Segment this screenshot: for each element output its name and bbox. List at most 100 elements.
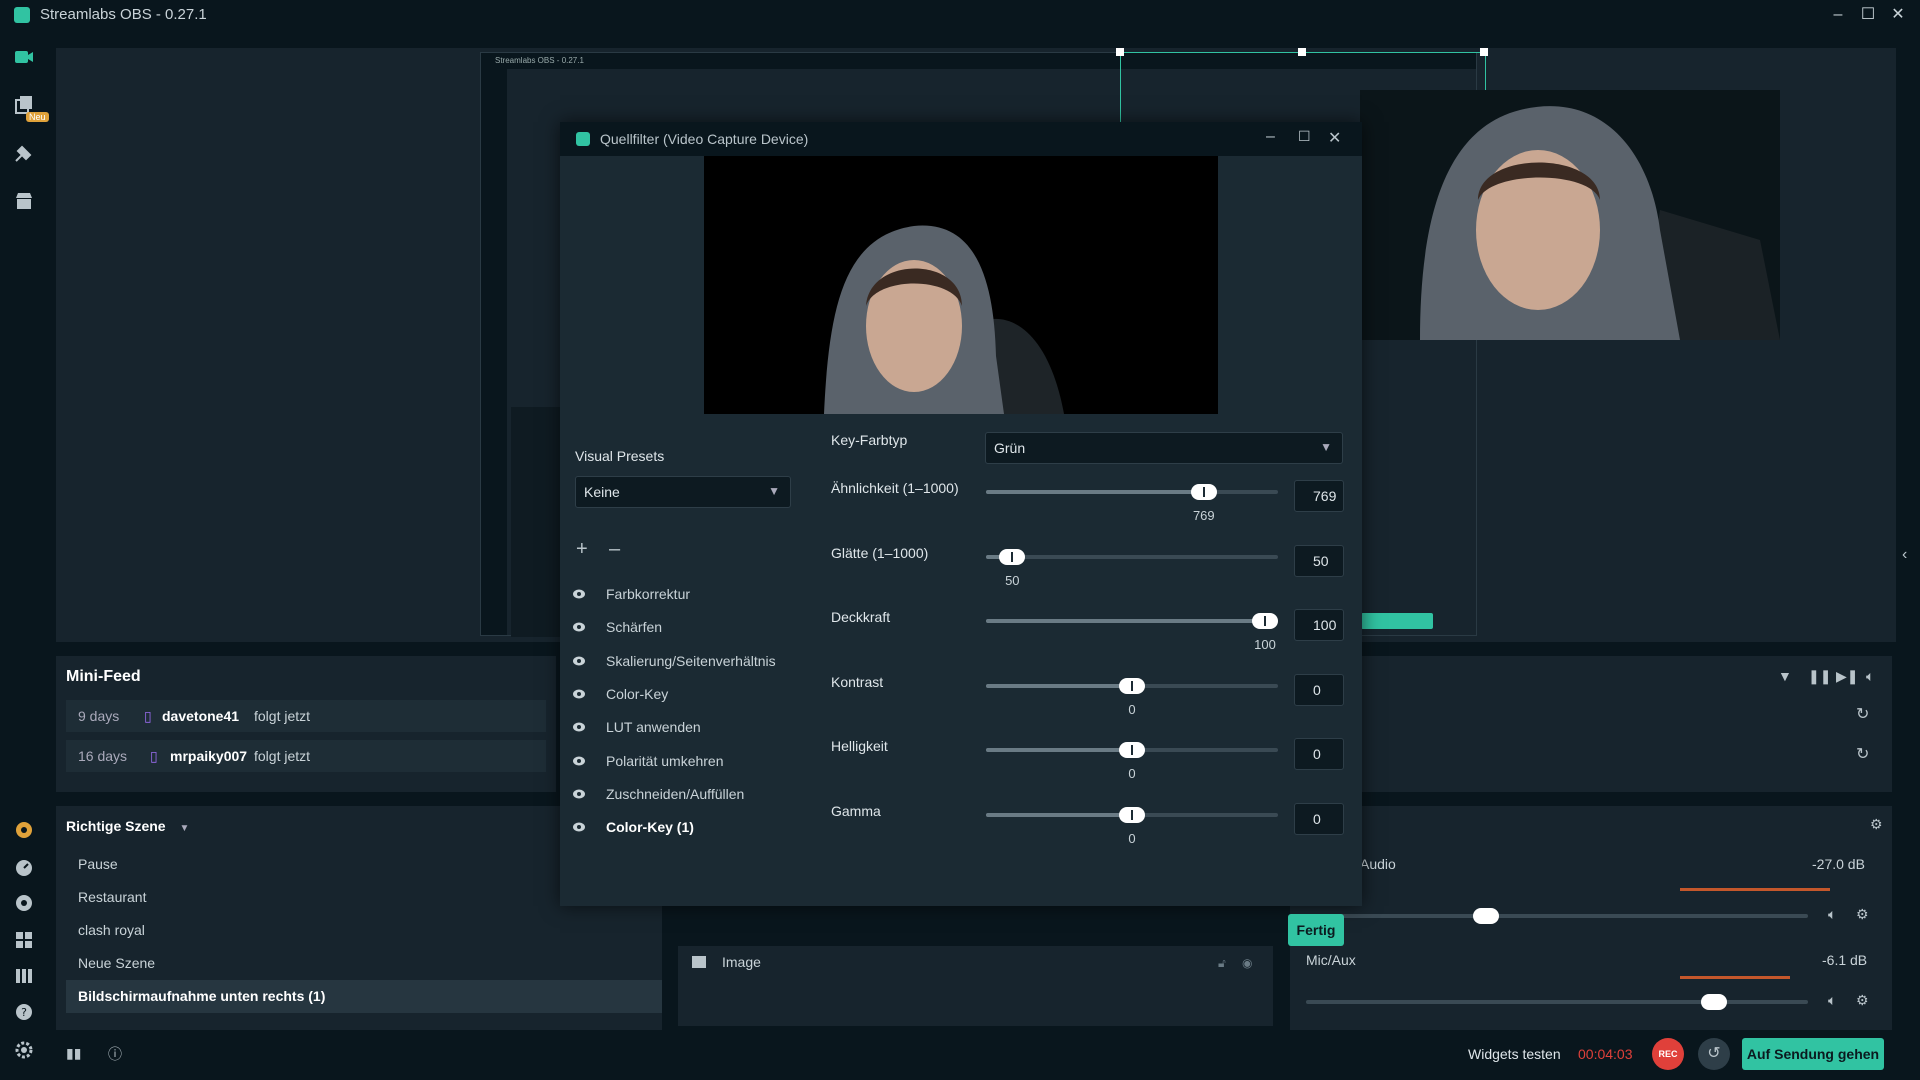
- key-color-type-select[interactable]: Grün ▼: [985, 432, 1343, 464]
- filter-item[interactable]: Zuschneiden/Auffüllen: [572, 783, 812, 807]
- dashboard-icon[interactable]: [12, 856, 36, 880]
- highlighter-icon[interactable]: [12, 818, 36, 842]
- resize-handle[interactable]: [1480, 48, 1488, 56]
- maximize-icon[interactable]: ☐: [1856, 3, 1880, 27]
- resize-handle[interactable]: [1116, 48, 1124, 56]
- filter-item[interactable]: Farbkorrektur: [572, 583, 812, 607]
- add-filter-icon[interactable]: +: [576, 538, 588, 561]
- store-icon[interactable]: [12, 189, 36, 213]
- speaker-icon[interactable]: 🔈︎: [1866, 668, 1874, 685]
- test-widgets-button[interactable]: Widgets testen: [1468, 1046, 1561, 1062]
- slider-knob[interactable]: [999, 548, 1026, 565]
- filter-item[interactable]: Skalierung/Seitenverhältnis: [572, 650, 812, 674]
- scene-collection-dropdown[interactable]: Richtige Szene ▼: [66, 818, 189, 834]
- skip-icon[interactable]: ▶❚: [1836, 668, 1859, 685]
- scene-item[interactable]: Neue Szene: [66, 947, 662, 980]
- go-live-button[interactable]: Auf Sendung gehen: [1742, 1038, 1884, 1070]
- mixer-header: ▼ ❚❚ ▶❚ 🔈︎ ↻ ↻: [1360, 656, 1892, 792]
- lock-icon[interactable]: 🔓︎: [1218, 956, 1226, 971]
- slider-value-label: 0: [1128, 766, 1136, 781]
- visibility-eye-icon[interactable]: [572, 654, 586, 668]
- close-icon[interactable]: ✕: [1886, 3, 1910, 27]
- replay-buffer-icon[interactable]: ↺: [1698, 1038, 1730, 1070]
- refresh-icon[interactable]: ↻: [1856, 744, 1869, 764]
- mixer-settings-icon[interactable]: ⚙: [1870, 816, 1883, 833]
- layout-icon[interactable]: [12, 928, 36, 952]
- slider-knob[interactable]: [1119, 677, 1145, 694]
- info-icon[interactable]: ⓘ: [108, 1044, 122, 1064]
- scene-item[interactable]: clash royal: [66, 914, 662, 947]
- slider-value-label: 769: [1192, 508, 1215, 523]
- editor-icon[interactable]: [12, 45, 36, 69]
- volume-slider-knob[interactable]: [1701, 994, 1728, 1010]
- volume-slider-track[interactable]: [1306, 1000, 1808, 1004]
- key-color-type-label: Key-Farbtyp: [831, 432, 908, 448]
- apps-icon[interactable]: [12, 141, 36, 165]
- performance-icon[interactable]: ▮▮: [66, 1045, 81, 1062]
- gear-icon[interactable]: ⚙: [1856, 906, 1869, 923]
- filter-item[interactable]: Schärfen: [572, 616, 812, 640]
- slider-track[interactable]: [986, 554, 1278, 559]
- mute-icon[interactable]: 🔈︎: [1828, 992, 1836, 1009]
- slider-number-input[interactable]: 50: [1294, 544, 1344, 577]
- slider-number-input[interactable]: 0: [1294, 738, 1344, 770]
- studio-mode-icon[interactable]: [12, 964, 36, 988]
- slider-knob[interactable]: [1119, 742, 1145, 758]
- filter-icon[interactable]: ▼: [1778, 668, 1792, 684]
- visual-presets-select[interactable]: Keine ▼: [575, 476, 791, 508]
- chat-icon[interactable]: [12, 892, 36, 916]
- filter-item[interactable]: Color-Key (1): [572, 816, 812, 840]
- refresh-icon[interactable]: ↻: [1856, 704, 1869, 724]
- slider-number-input[interactable]: 100: [1294, 609, 1344, 641]
- filter-item[interactable]: Polarität umkehren: [572, 750, 812, 774]
- slider-value-label: 0: [1128, 830, 1136, 846]
- filter-item[interactable]: LUT anwenden: [572, 716, 812, 740]
- resize-handle[interactable]: [1298, 48, 1306, 56]
- slider-knob[interactable]: [1190, 484, 1217, 500]
- visibility-eye-icon[interactable]: [572, 587, 586, 601]
- eye-icon[interactable]: ◉: [1242, 956, 1252, 970]
- scene-label: Pause: [78, 856, 118, 872]
- volume-meter: [1680, 888, 1830, 891]
- visibility-eye-icon[interactable]: [572, 720, 586, 734]
- feed-row[interactable]: 9 days ▯ davetone41 folgt jetzt: [66, 700, 546, 732]
- status-bar: ▮▮ ⓘ Widgets testen 00:04:03 REC ↺ Auf S…: [56, 1030, 1920, 1080]
- close-icon[interactable]: ✕: [1328, 128, 1341, 148]
- volume-slider-knob[interactable]: [1472, 908, 1499, 924]
- filter-item[interactable]: Color-Key: [572, 683, 812, 707]
- mute-icon[interactable]: 🔈︎: [1828, 906, 1836, 923]
- scene-collection-title: Richtige Szene: [66, 818, 166, 834]
- pause-icon[interactable]: ❚❚: [1808, 668, 1831, 685]
- remove-filter-icon[interactable]: –: [609, 538, 620, 561]
- app-logo-icon: [14, 7, 30, 23]
- maximize-icon[interactable]: ☐: [1298, 128, 1311, 145]
- visibility-eye-icon[interactable]: [572, 820, 586, 834]
- slider-number-input[interactable]: 769: [1294, 480, 1344, 512]
- minimize-icon[interactable]: –: [1266, 128, 1275, 146]
- done-button[interactable]: Fertig: [1288, 914, 1344, 946]
- settings-icon[interactable]: [12, 1038, 36, 1062]
- feed-time: 16 days: [78, 748, 128, 764]
- visibility-eye-icon[interactable]: [572, 787, 586, 801]
- scene-item-active[interactable]: Bildschirmaufnahme unten rechts (1): [66, 980, 662, 1013]
- source-filters-dialog: Quellfilter (Video Capture Device) – ☐ ✕…: [560, 122, 1362, 946]
- source-item-label[interactable]: Image: [722, 954, 761, 970]
- mixer-track-name: Audio: [1360, 856, 1396, 872]
- slider-knob[interactable]: [1119, 806, 1145, 823]
- slider-knob[interactable]: [1252, 613, 1278, 629]
- record-button[interactable]: REC: [1652, 1038, 1684, 1070]
- minimize-icon[interactable]: –: [1826, 3, 1850, 27]
- feed-user: davetone41: [162, 708, 240, 724]
- twitch-icon: ▯: [150, 748, 158, 764]
- help-icon[interactable]: ?: [12, 1000, 36, 1024]
- collapse-arrow-icon[interactable]: ‹: [1902, 546, 1907, 564]
- visibility-eye-icon[interactable]: [572, 687, 586, 701]
- visibility-eye-icon[interactable]: [572, 754, 586, 768]
- feed-row[interactable]: 16 days ▯ mrpaiky007 folgt jetzt: [66, 740, 546, 772]
- webcam-source-preview[interactable]: [1360, 90, 1780, 340]
- volume-slider-track[interactable]: [1306, 914, 1808, 918]
- slider-number-input[interactable]: 0: [1294, 673, 1344, 706]
- slider-number-input[interactable]: 0: [1294, 802, 1344, 835]
- visibility-eye-icon[interactable]: [572, 620, 586, 634]
- gear-icon[interactable]: ⚙: [1856, 992, 1869, 1009]
